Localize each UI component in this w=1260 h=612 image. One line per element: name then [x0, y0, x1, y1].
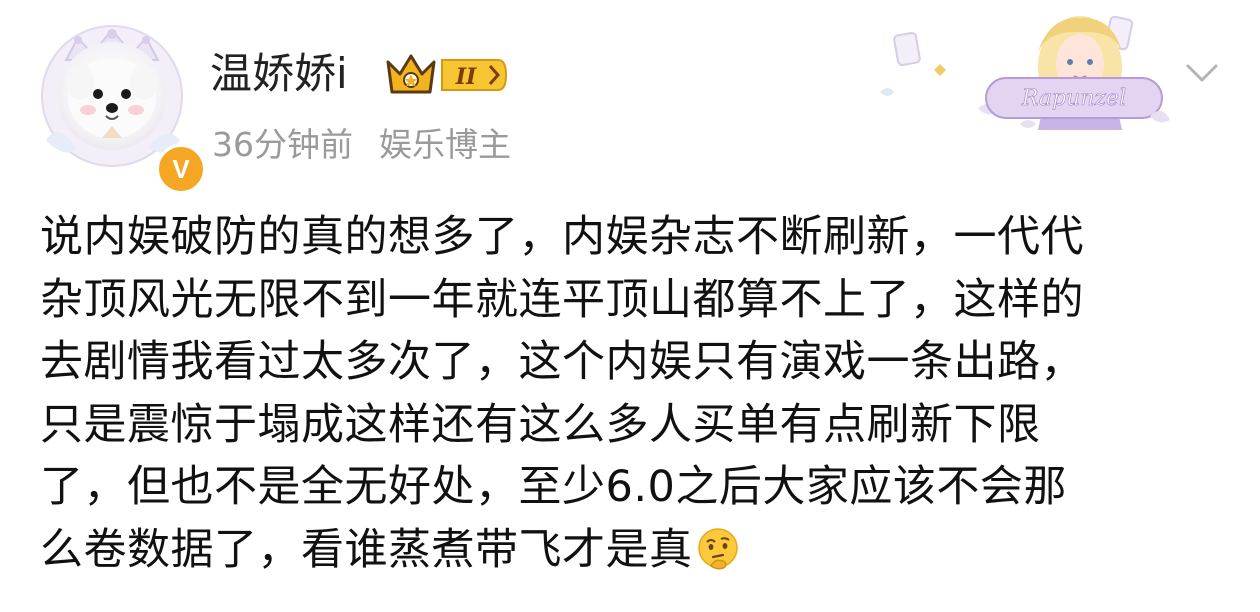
post-body: 说内娱破防的真的想多了，内娱杂志不断刷新，一代代 杂顶风光无限不到一年就连平顶山… [40, 206, 1230, 581]
post-meta: 36分钟前 娱乐博主 [212, 122, 511, 168]
thinking-face-icon [697, 527, 738, 569]
post-body-last-line: 么卷数据了，看谁蒸煮带飞才是真 [40, 519, 1230, 582]
crown-level-badge-icon[interactable]: II [384, 52, 508, 98]
dog-face-icon [66, 58, 158, 138]
post-body-line: 去剧情我看过太多次了，这个内娱只有演戏一条出路， [40, 337, 1084, 387]
level-badge-text: II [455, 64, 477, 90]
post-body-line: 么卷数据了，看谁蒸煮带飞才是真 [40, 524, 693, 575]
post-body-line: 杂顶风光无限不到一年就连平顶山都算不上了，这样的 [40, 274, 1084, 325]
avatar-image [58, 42, 166, 150]
post-body-line: 了，但也不是全无好处，至少6.0之后大家应该不会那 [40, 462, 1067, 512]
post-body-line: 说内娱破防的真的想多了，内娱杂志不断刷新，一代代 [40, 212, 1084, 262]
chevron-down-icon[interactable] [1182, 58, 1222, 86]
post-body-line: 只是震惊于塌成这样还有这么多人买单有点刷新下限 [40, 399, 1041, 450]
deco-label: Rapunzel [1021, 86, 1126, 111]
author-role: 娱乐博主 [379, 125, 511, 164]
verified-badge-icon: V [156, 144, 206, 194]
post-header: V 温娇娇i II 36分钟前 娱乐博主 Rapunzel [0, 0, 1260, 194]
post-time: 36分钟前 [212, 125, 353, 164]
avatar[interactable]: V [36, 20, 206, 194]
username[interactable]: 温娇娇i [210, 46, 348, 102]
rapunzel-card-decoration: Rapunzel [880, 15, 1170, 130]
